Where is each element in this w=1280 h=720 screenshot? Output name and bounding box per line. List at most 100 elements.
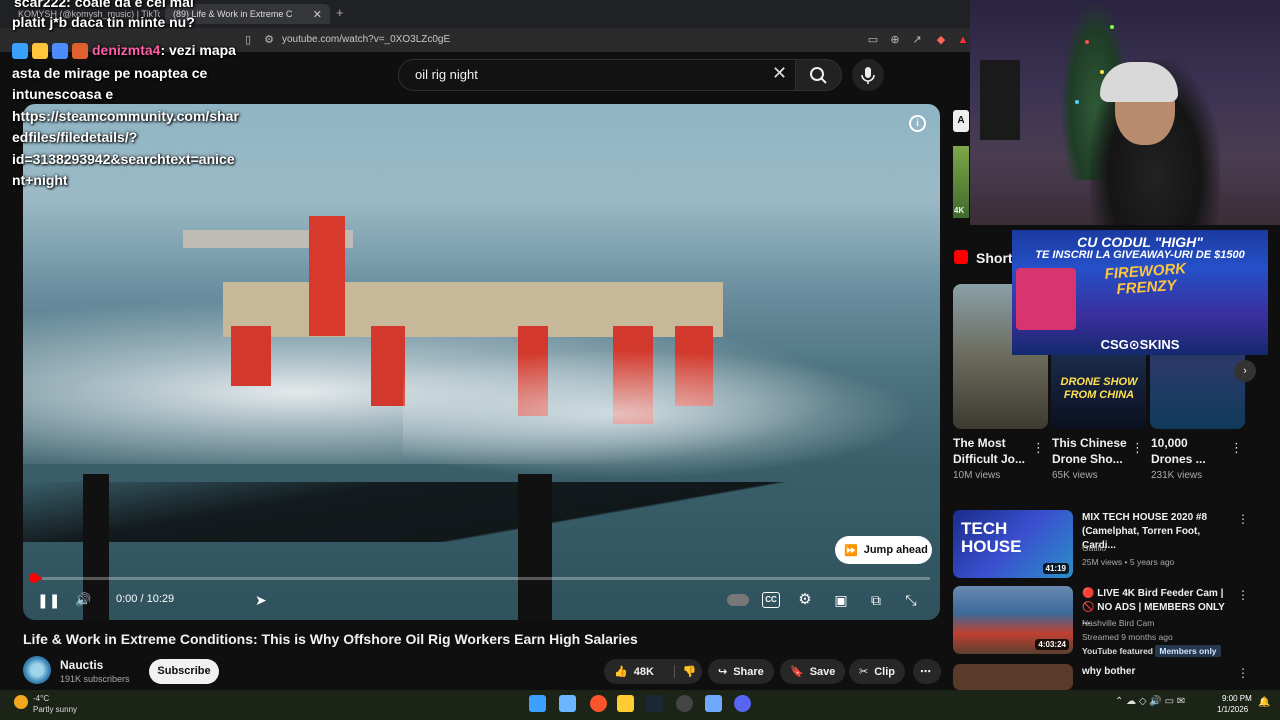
short-menu-icon[interactable]: ⋮ xyxy=(1032,440,1045,456)
like-button[interactable]: 👍 48K 👎 xyxy=(604,659,702,684)
banner-headline: CU CODUL "HIGH" xyxy=(1077,234,1203,250)
bookmark-icon[interactable]: ▯ xyxy=(241,33,255,47)
jump-ahead-icon: ⏩ xyxy=(844,544,858,557)
video-badges: YouTube featured Members only xyxy=(1082,645,1221,657)
video-menu-icon[interactable]: ⋮ xyxy=(1237,512,1249,526)
volume-icon[interactable]: 🔊 xyxy=(75,592,91,608)
thumbs-up-icon: 👍 xyxy=(614,666,628,678)
video-thumbnail[interactable]: TECH HOUSE 41:19 xyxy=(953,510,1073,578)
steam-icon[interactable] xyxy=(646,695,663,712)
weather-temp[interactable]: -4°C xyxy=(33,694,49,703)
tree-light xyxy=(1110,25,1114,29)
video-duration: 4:03:24 xyxy=(1035,639,1069,650)
clock-date[interactable]: 1/1/2026 xyxy=(1217,705,1248,714)
shorts-icon xyxy=(954,250,968,264)
pause-icon[interactable]: ❚❚ xyxy=(37,592,60,609)
members-only-badge: Members only xyxy=(1155,645,1221,657)
search-icon xyxy=(810,67,827,84)
chat-message: platit j*b daca tin minte nu? xyxy=(12,14,195,30)
clear-search-icon[interactable]: ✕ xyxy=(772,63,787,84)
captions-button[interactable]: CC xyxy=(762,592,780,608)
thumbnail-text: TECH HOUSE xyxy=(961,519,1022,556)
chat-link: https://steamcommunity.com/shar xyxy=(12,108,239,124)
thumbs-down-icon[interactable]: 👎 xyxy=(673,665,697,678)
brave-icon[interactable] xyxy=(590,695,607,712)
video-title: Life & Work in Extreme Conditions: This … xyxy=(23,631,638,647)
chat-badge-icon xyxy=(52,43,68,60)
share-button[interactable]: ↪ Share xyxy=(708,659,774,684)
short-menu-icon[interactable]: ⋮ xyxy=(1131,440,1144,456)
start-icon[interactable] xyxy=(529,695,546,712)
video-thumbnail[interactable]: 4:03:24 xyxy=(953,586,1073,654)
rewards-icon[interactable]: ▲ xyxy=(956,33,970,47)
mic-icon xyxy=(861,67,875,84)
video-channel[interactable]: Gatillo xyxy=(1082,543,1106,553)
notepad-icon[interactable] xyxy=(705,695,722,712)
subscriber-count: 191K subscribers xyxy=(60,674,130,684)
voice-search-button[interactable] xyxy=(852,59,884,91)
url-text[interactable]: youtube.com/watch?v=_0XO3LZc0gE xyxy=(282,34,450,45)
new-tab-icon[interactable]: + xyxy=(336,5,344,20)
search-input[interactable]: oil rig night xyxy=(398,59,796,91)
chat-author: denizmta4 xyxy=(92,42,161,58)
settings-icon[interactable]: ⚙ xyxy=(796,591,814,609)
share-page-icon[interactable]: ↗ xyxy=(910,33,924,47)
featured-badge: YouTube featured xyxy=(1082,646,1153,656)
info-icon[interactable]: i xyxy=(909,115,926,132)
chat-message: denizmta4: vezi mapa xyxy=(12,40,236,61)
short-title[interactable]: The Most Difficult Jo... xyxy=(953,435,1031,467)
video-channel[interactable]: Nashville Bird Cam xyxy=(1082,618,1154,628)
chat-message: asta de mirage pe noaptea ce xyxy=(12,65,208,81)
bookmark-icon: 🔖 xyxy=(790,666,804,678)
video-menu-icon[interactable]: ⋮ xyxy=(1237,666,1249,680)
scissors-icon: ✂ xyxy=(859,666,869,678)
windows-taskbar xyxy=(0,690,1280,720)
autoplay-toggle[interactable] xyxy=(727,594,749,606)
short-title[interactable]: 10,000 Drones ... xyxy=(1151,435,1229,467)
ad-quality-label: 4K xyxy=(954,206,965,215)
site-info-icon[interactable]: ⚙ xyxy=(262,33,276,47)
progress-scrubber[interactable] xyxy=(29,573,39,583)
cast-icon[interactable]: ▭ xyxy=(866,33,880,47)
ad-badge[interactable]: A xyxy=(953,110,969,132)
video-menu-icon[interactable]: ⋮ xyxy=(1237,588,1249,602)
short-title[interactable]: This Chinese Drone Sho... xyxy=(1052,435,1130,467)
chat-link: id=3138293942&searchtext=anice xyxy=(12,151,235,167)
task-view-icon[interactable] xyxy=(559,695,576,712)
video-player[interactable]: i ⏩ Jump ahead ❚❚ 🔊 0:00 / 10:29 CC ⚙ ▣ ⧉… xyxy=(23,104,940,620)
chat-badge-icon xyxy=(72,43,88,60)
short-menu-icon[interactable]: ⋮ xyxy=(1230,440,1243,456)
clip-button[interactable]: ✂ Clip xyxy=(849,659,905,684)
more-icon: ⋯ xyxy=(920,666,931,678)
file-explorer-icon[interactable] xyxy=(617,695,634,712)
video-thumbnail[interactable] xyxy=(953,664,1073,690)
search-button[interactable] xyxy=(796,59,842,91)
discord-icon[interactable] xyxy=(734,695,751,712)
clock-time[interactable]: 9:00 PM xyxy=(1222,694,1252,703)
subscribe-button[interactable]: Subscribe xyxy=(149,659,219,684)
shorts-next-button[interactable]: › xyxy=(1234,360,1256,382)
short-views: 65K views xyxy=(1052,470,1098,481)
weather-icon[interactable] xyxy=(14,695,28,709)
zoom-icon[interactable]: ⊕ xyxy=(888,33,902,47)
video-title-link[interactable]: why bother xyxy=(1082,665,1234,679)
weather-desc[interactable]: Partly sunny xyxy=(33,705,77,714)
ship-railing xyxy=(23,482,940,542)
more-actions-button[interactable]: ⋯ xyxy=(913,659,941,684)
miniplayer-icon[interactable]: ▣ xyxy=(832,591,850,609)
cast-icon[interactable]: ⧉ xyxy=(867,591,885,609)
fullscreen-exit-icon[interactable]: ⤡ xyxy=(902,591,920,609)
brave-shield-icon[interactable]: ◆ xyxy=(934,33,948,47)
channel-avatar[interactable] xyxy=(23,656,51,684)
obs-icon[interactable] xyxy=(676,695,693,712)
tray-icons[interactable]: ⌃ ☁ ◇ 🔊 ▭ ✉ xyxy=(1115,696,1185,707)
close-tab-icon[interactable]: ✕ xyxy=(313,8,322,21)
channel-name[interactable]: Nauctis xyxy=(60,658,103,672)
notification-icon[interactable]: 🔔 xyxy=(1258,697,1270,708)
sea-spray xyxy=(403,344,940,484)
rig-tower xyxy=(309,216,345,336)
progress-bar[interactable] xyxy=(33,577,930,580)
jump-ahead-button[interactable]: ⏩ Jump ahead xyxy=(835,536,932,564)
save-button[interactable]: 🔖 Save xyxy=(780,659,846,684)
streamer-mic xyxy=(980,60,1020,140)
